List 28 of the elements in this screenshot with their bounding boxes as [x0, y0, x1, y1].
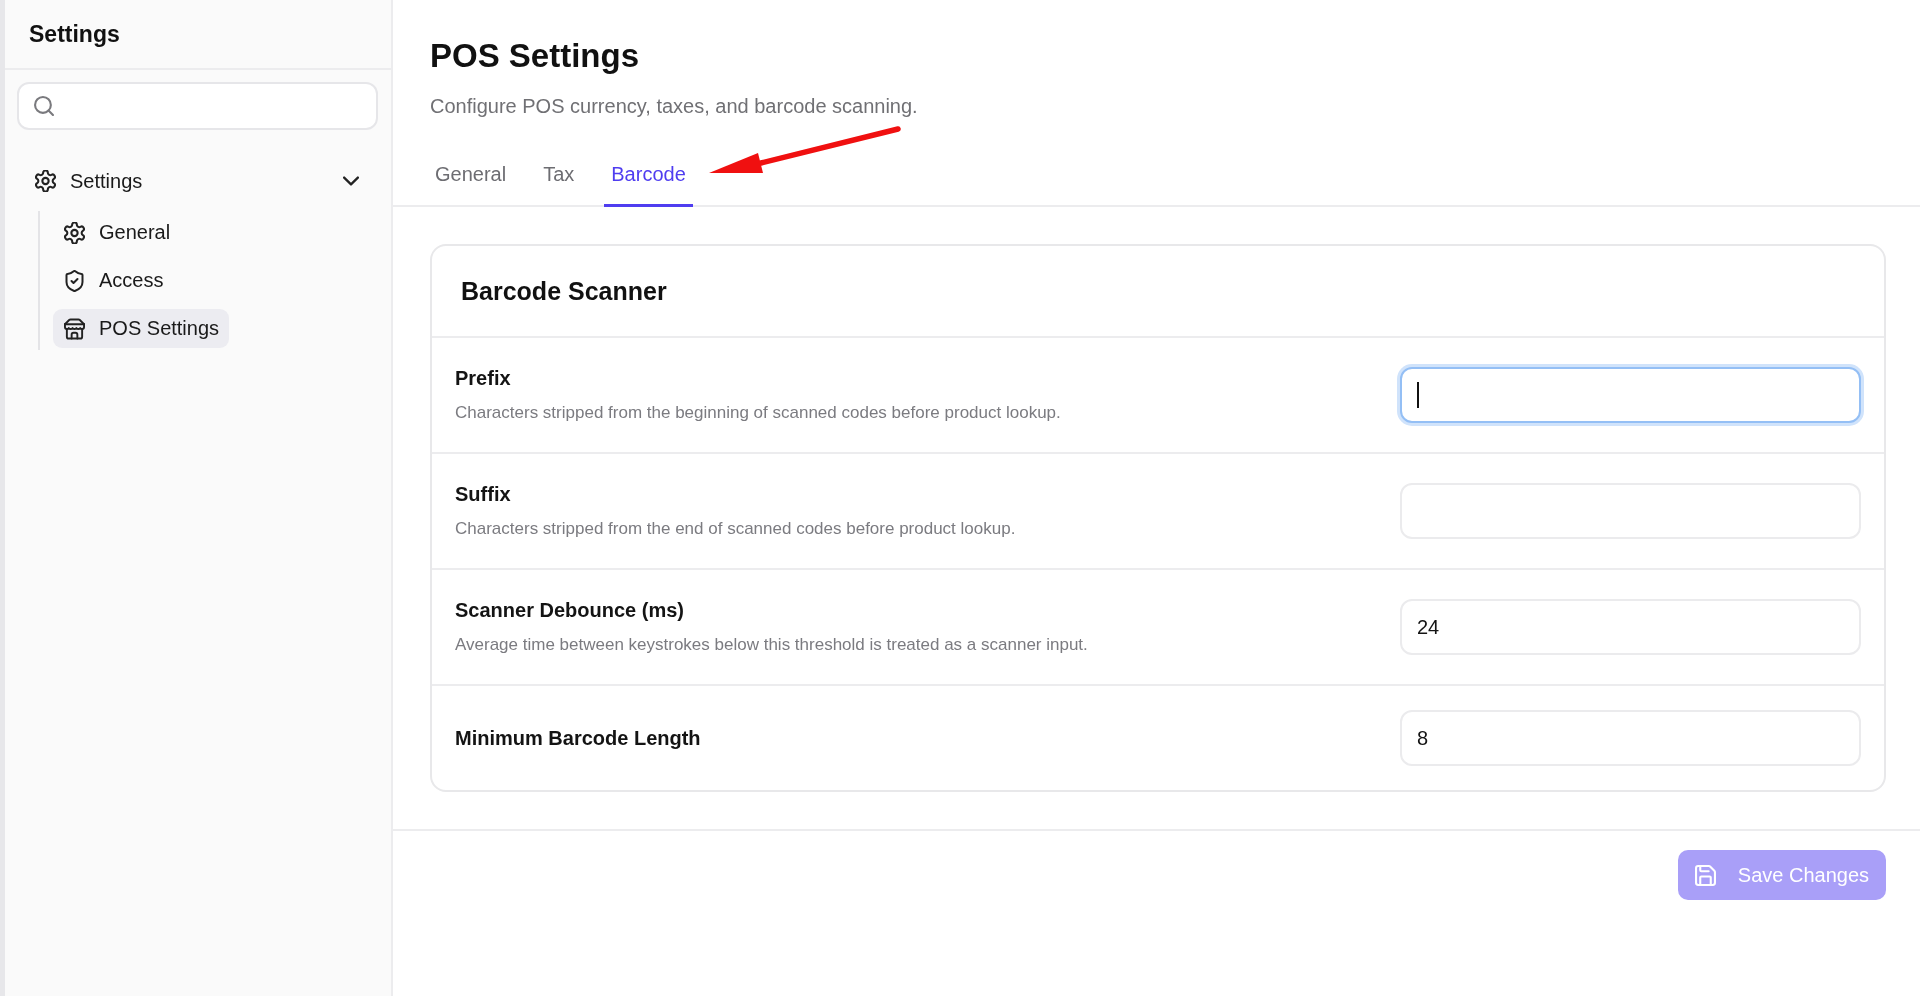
input-field[interactable] [1400, 367, 1861, 423]
text-cursor-icon [1417, 382, 1419, 408]
sidebar-group-item[interactable]: Settings [29, 159, 367, 203]
gear-icon [64, 221, 85, 244]
shield-check-icon [64, 269, 85, 292]
field-label: Minimum Barcode Length [455, 725, 701, 751]
tab[interactable]: Tax [536, 157, 582, 207]
field-description: Characters stripped from the end of scanned codes before product lookup. [455, 518, 1016, 540]
input-field[interactable]: 8 [1400, 710, 1861, 766]
search-icon [34, 96, 54, 116]
input-field[interactable]: 24 [1400, 599, 1861, 655]
field-label: Suffix [455, 482, 512, 507]
field-description: Average time between keystrokes below this threshold is treated as a scanner input. [455, 634, 1088, 656]
storefront-icon [64, 317, 85, 340]
field-label: Prefix [455, 366, 512, 391]
sidebar-title: Settings [29, 20, 120, 48]
sidebar-item[interactable]: General [53, 213, 181, 252]
sidebar-item[interactable]: POS Settings [53, 309, 230, 348]
field-description: Characters stripped from the beginning of scanned codes before product lookup. [455, 402, 1061, 424]
field-label: Scanner Debounce (ms) [455, 598, 685, 623]
gear-icon [35, 170, 56, 192]
page-subtitle: Configure POS currency, taxes, and barcode scanning. [430, 94, 919, 118]
tab[interactable]: Barcode [604, 157, 693, 207]
sidebar-item[interactable]: Access [53, 261, 174, 300]
card-title: Barcode Scanner [461, 276, 667, 306]
page-title: POS Settings [430, 36, 641, 76]
search-field[interactable] [17, 82, 378, 130]
tab[interactable]: General [428, 157, 514, 207]
